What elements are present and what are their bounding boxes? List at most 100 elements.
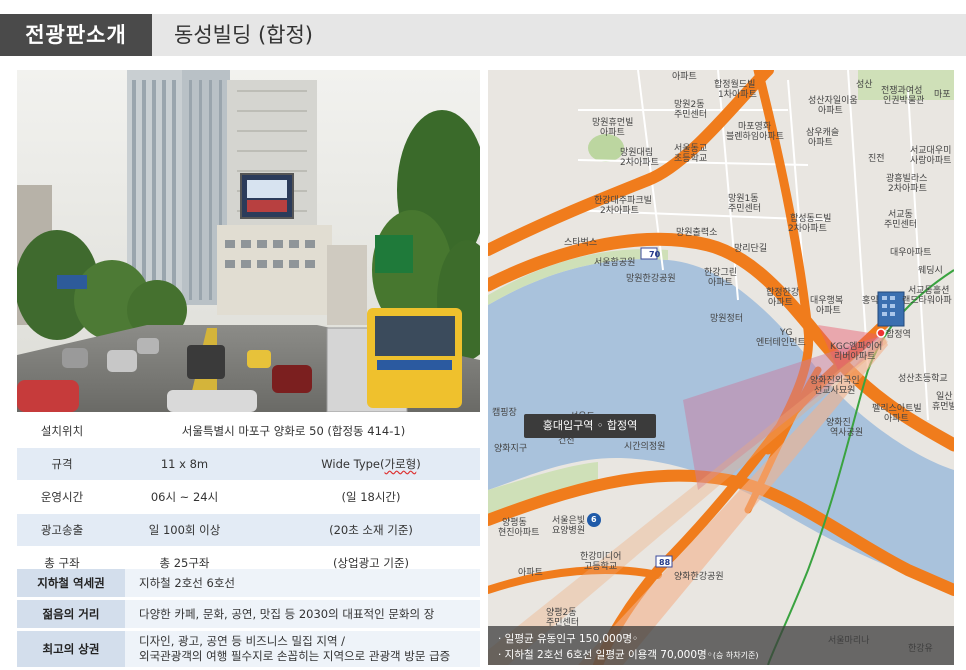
feature-value: 지하철 2호선 6호선 (125, 569, 480, 597)
map-label-apt1: 아파트 (672, 72, 697, 82)
map-label-yangpyeong: 양평동 (502, 518, 527, 528)
map-label-yanghwaji: 양화지구 (494, 444, 528, 454)
map-label-hangang_river: 한강대주파크빌 (594, 196, 652, 206)
map-label-mapoyounghwa: 마포영화 (738, 122, 772, 132)
map-label-seogyo3b: 랜드타워아파 (902, 296, 952, 306)
map-label-daewoo2: 대우행복 (810, 296, 844, 306)
spec-row-location: 설치위치 서울특별시 마포구 양화로 50 (합정동 414-1) (17, 414, 480, 448)
header-tag: 전광판소개 (0, 14, 152, 56)
spec-extra-pre: Wide Type( (321, 457, 385, 471)
spec-extra-post: ) (416, 457, 421, 471)
feature-line: 디자인, 광고, 공연 등 비즈니스 밀집 지역 / (139, 634, 346, 648)
map-label-yanghwajin2b: 역사공원 (830, 428, 864, 438)
map-label-seoulelem: 서울동교 (674, 144, 708, 154)
feature-value: 다양한 카페, 문화, 공연, 맛집 등 2030의 대표적인 문화의 장 (125, 600, 480, 628)
map-label-gwangheung: 광흥빌라스 (886, 174, 928, 184)
map-label-samwoob: 아파트 (808, 138, 833, 148)
map-label-yanghwajinb: 선교사묘원 (814, 386, 856, 396)
map-label-seoul_hospitalb: 요양병원 (552, 526, 586, 536)
spec-row-size: 규격 11 x 8m Wide Type(가로형) (17, 447, 480, 481)
map-label-hongdae: 홍익 (862, 296, 879, 306)
map-label-seogyo3: 서교동홀션 (908, 286, 950, 296)
map-label-seoul_hospital: 서울은빛 (552, 516, 586, 526)
map-foot-line2-small: (승 하차기준) (712, 651, 759, 660)
map-label-hapjeong1: 합정월드빌 (714, 80, 756, 90)
spec-row-broadcast: 광고송출 일 100회 이상 (20초 소재 기준) (17, 513, 480, 547)
map-label-starbucks: 스타벅스 (564, 238, 598, 248)
spec-label: 광고송출 (17, 513, 107, 547)
map-label-isan: 일산 (936, 392, 953, 402)
map-label-mangwondaerimb: 2차아파트 (620, 158, 659, 168)
map-label-gwangheungb: 2차아파트 (888, 184, 927, 194)
map-label-seoulelemb: 초등학교 (674, 154, 708, 164)
header-bar: 전광판소개 동성빌딩 (합정) (0, 14, 966, 59)
map-label-hapjeongstn: 합정역 (886, 330, 911, 340)
map-label-mangridan: 망리단길 (734, 244, 768, 254)
map-label-hapseong: 합성동드빌 (790, 214, 832, 224)
map-label-hangang_media: 한강미디어 (580, 552, 622, 562)
map-label-hangang_mediab: 고등학교 (584, 562, 618, 572)
map-label-kgc: KGC엠파이어 (830, 342, 883, 352)
map-label-mangwon2b: 주민센터 (674, 110, 708, 120)
map-label-mangwon2: 망원2동 (674, 100, 705, 110)
map-label-yangpyeong2: 양평2동 (546, 608, 577, 618)
spec-label: 규격 (17, 447, 107, 481)
map-label-yanghwa_park: 양화한강공원 (674, 572, 724, 582)
spec-value: 서울특별시 마포구 양화로 50 (합정동 414-1) (107, 414, 480, 448)
feature-label: 최고의 상권 (17, 631, 125, 667)
route-badge-6: 6 (591, 515, 597, 524)
map-label-apt_bottom: 아파트 (518, 568, 543, 578)
map-label-mapo_r: 마포 (934, 90, 951, 100)
map-label-hapseongb: 2차아파트 (788, 224, 827, 234)
map-label-jinjeon: 진전 (868, 154, 885, 164)
spec-table: 설치위치 서울특별시 마포구 양화로 50 (합정동 414-1) 규격 11 … (17, 414, 480, 579)
map-label-seoulpark: 서울함공원 (594, 258, 636, 268)
map-label-seogyo2b: 주민센터 (884, 220, 918, 230)
map-label-mangwondaerim: 망원대림 (620, 148, 654, 158)
map-label-sjinban: 시간의정원 (624, 442, 666, 452)
spec-extra-mark: 가로형 (384, 457, 417, 471)
map-label-mangwonpark: 망원한강공원 (626, 274, 676, 284)
map-foot-line2: · 지하철 2호선 6호선 일평균 이용객 70,000명◦(승 하차기준) (498, 647, 759, 662)
map-label-seongsan: 성산 (856, 80, 873, 90)
map-label-seogyo: 서교대우미 (910, 146, 952, 156)
feature-value: 디자인, 광고, 공연 등 비즈니스 밀집 지역 / 외국관광객의 여행 필수지로… (125, 631, 480, 667)
map-label-yanghwajin: 양화진외국인 (810, 376, 860, 386)
map-label-daewoo2b: 아파트 (816, 306, 841, 316)
spec-label: 설치위치 (17, 414, 107, 448)
map-label-jeonjeol: 전쟁과여성 (881, 86, 923, 96)
spec-value: 06시 ~ 24시 (107, 480, 262, 514)
header-rule (0, 56, 966, 59)
map-label-pelisb: 아파트 (884, 414, 909, 424)
spec-row-hours: 운영시간 06시 ~ 24시 (일 18시간) (17, 480, 480, 514)
map-label-seogyo2: 서교동 (888, 210, 913, 220)
map-label-jeonjeolb: 인권박물관 (883, 96, 925, 106)
map-label-mangwonapt: 망원휴먼빌 (592, 118, 634, 128)
map-foot-line1: · 일평균 유동인구 150,000명◦ (498, 633, 639, 645)
spec-extra: (20초 소재 기준) (262, 513, 480, 547)
spec-value: 11 x 8m (107, 447, 262, 481)
feature-row-subway: 지하철 역세권 지하철 2호선 6호선 (17, 569, 480, 597)
map-label-pelis: 펠리스아트빌 (872, 404, 922, 414)
spec-extra: (일 18시간) (262, 480, 480, 514)
map-label-mangwon1: 망원1동 (728, 194, 759, 204)
map-label-seongsan_elem: 성산초등학교 (898, 374, 948, 384)
page-title: 동성빌딩 (합정) (174, 23, 313, 47)
map-label-mangwon1b: 주민센터 (728, 204, 762, 214)
map-footer-stats: · 일평균 유동인구 150,000명◦ · 지하철 2호선 6호선 일평균 이… (488, 626, 954, 665)
map-foot-line2-main: · 지하철 2호선 6호선 일평균 이용객 70,000명◦ (498, 649, 713, 661)
map-label-hapjeong_aptb: 아파트 (768, 298, 793, 308)
map-label-ygb: 엔터테인먼트 (756, 338, 806, 348)
feature-label: 젊음의 거리 (17, 600, 125, 628)
map-label-seogyob: 사랑아파트 (910, 156, 952, 166)
map-label-campground: 캠핑장 (492, 408, 517, 418)
feature-table: 지하철 역세권 지하철 2호선 6호선 젊음의 거리 다양한 카페, 문화, 공… (17, 566, 480, 670)
map-label-yanghwajin2: 양화진 (826, 418, 851, 428)
map-label-mangwonaptb: 아파트 (600, 128, 625, 138)
feature-label: 지하철 역세권 (17, 569, 125, 597)
map-label-hapjeong_apt: 합정한강 (766, 288, 800, 298)
map-label-hangang_greenb: 아파트 (708, 278, 733, 288)
billboard-street-photo (17, 70, 480, 412)
feature-row-commerce: 최고의 상권 디자인, 광고, 공연 등 비즈니스 밀집 지역 / 외국관광객의 … (17, 631, 480, 667)
photo-illustration (17, 70, 480, 412)
